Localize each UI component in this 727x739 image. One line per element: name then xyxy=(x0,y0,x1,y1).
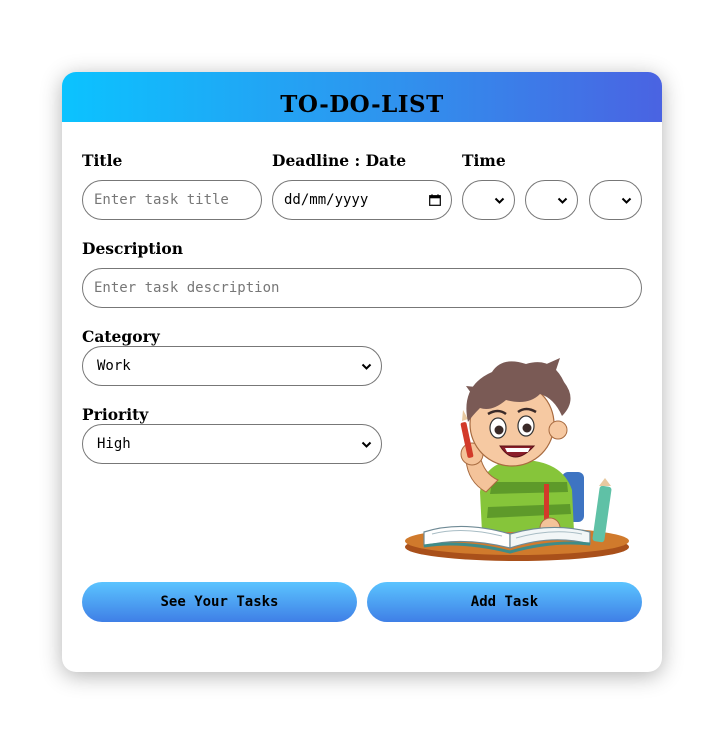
page-title: TO-DO-LIST xyxy=(280,91,444,118)
card-header: TO-DO-LIST xyxy=(62,72,662,122)
chevron-down-icon xyxy=(361,363,372,370)
boy-studying-illustration xyxy=(405,358,629,561)
calendar-icon[interactable] xyxy=(429,194,441,206)
chevron-down-icon xyxy=(494,197,505,204)
category-label: Category xyxy=(82,327,160,346)
date-value: dd/mm/yyyy xyxy=(284,192,369,208)
time-ampm-select[interactable] xyxy=(589,180,642,220)
category-value: Work xyxy=(97,358,131,374)
see-tasks-button[interactable]: See Your Tasks xyxy=(82,582,357,622)
time-label: Time xyxy=(462,151,506,170)
category-select[interactable]: Work xyxy=(82,346,382,386)
chevron-down-icon xyxy=(361,441,372,448)
chevron-down-icon xyxy=(621,197,632,204)
time-hour-select[interactable] xyxy=(462,180,515,220)
title-input[interactable]: Enter task title xyxy=(82,180,262,220)
priority-select[interactable]: High xyxy=(82,424,382,464)
time-minute-select[interactable] xyxy=(525,180,578,220)
title-label: Title xyxy=(82,151,123,170)
todo-card: TO-DO-LIST Title Enter task title Deadli… xyxy=(62,72,662,672)
priority-value: High xyxy=(97,436,131,452)
description-label: Description xyxy=(82,239,184,258)
description-placeholder: Enter task description xyxy=(94,280,280,296)
priority-label: Priority xyxy=(82,405,149,424)
date-input[interactable]: dd/mm/yyyy xyxy=(272,180,452,220)
add-task-button[interactable]: Add Task xyxy=(367,582,642,622)
chevron-down-icon xyxy=(557,197,568,204)
description-input[interactable]: Enter task description xyxy=(82,268,642,308)
deadline-label: Deadline : Date xyxy=(272,151,407,170)
title-placeholder: Enter task title xyxy=(94,192,229,208)
